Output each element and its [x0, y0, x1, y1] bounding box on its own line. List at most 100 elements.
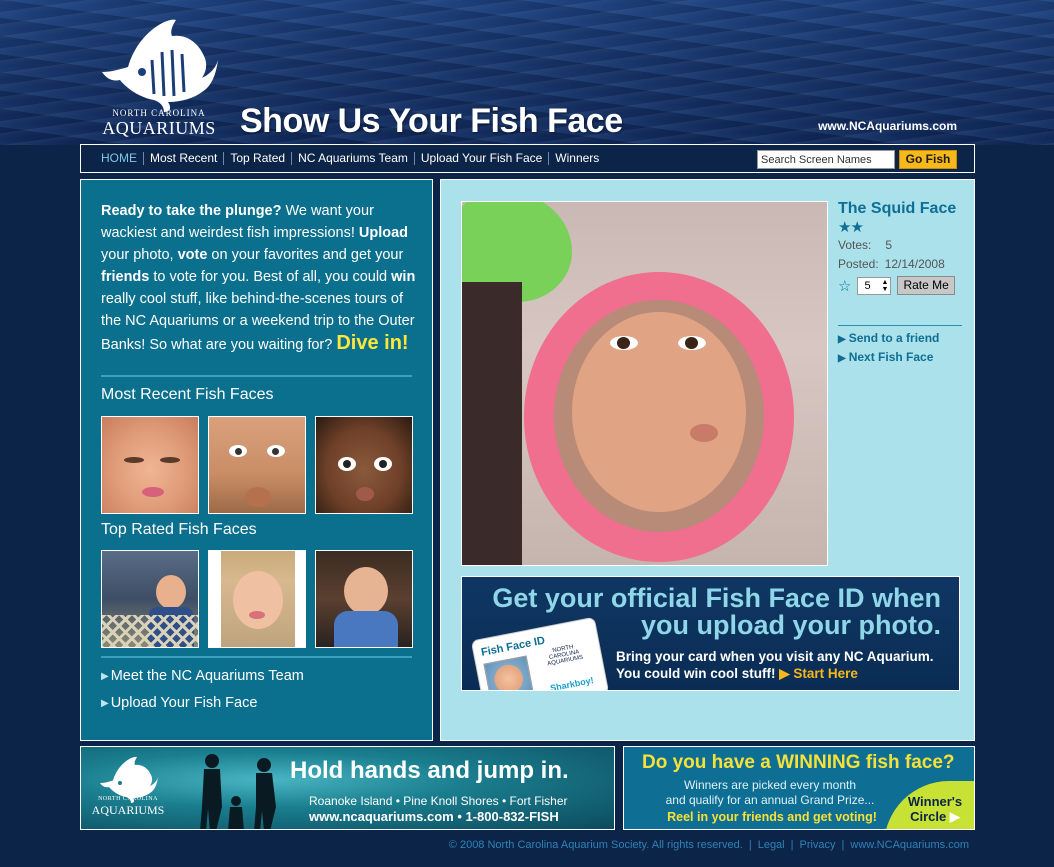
- winners-circle-line1: Winner's: [907, 794, 963, 809]
- winners-circle-banner[interactable]: Do you have a WINNING fish face? Winners…: [623, 746, 975, 830]
- nav-home[interactable]: HOME: [95, 152, 144, 165]
- top-rated-heading: Top Rated Fish Faces: [101, 521, 257, 538]
- star-rating-icon: ★★: [838, 219, 864, 236]
- id-card-photo: [483, 655, 535, 690]
- page-title: Show Us Your Fish Face: [240, 102, 623, 140]
- most-recent-thumbnails: [101, 416, 413, 514]
- nav-most-recent[interactable]: Most Recent: [144, 152, 225, 165]
- id-headline-line1: Get your official Fish Face ID when: [492, 583, 941, 613]
- copyright-text: © 2008 North Carolina Aquarium Society. …: [448, 839, 743, 851]
- site-url-link[interactable]: www.NCAquariums.com: [818, 119, 957, 133]
- upload-face-label: Upload Your Fish Face: [110, 695, 258, 711]
- id-sub-line2: You could win cool stuff!: [616, 666, 776, 681]
- winners-circle-link[interactable]: Winner's Circle ▶: [902, 794, 968, 824]
- top-rated-thumbnails: [101, 550, 413, 648]
- featured-photo: [461, 201, 828, 566]
- nav-items: HOME Most Recent Top Rated NC Aquariums …: [95, 152, 605, 165]
- intro-text-2: your photo,: [101, 247, 178, 263]
- posted-value: 12/14/2008: [884, 257, 945, 271]
- nav-upload[interactable]: Upload Your Fish Face: [415, 152, 550, 165]
- banner-locations: Roanoke Island • Pine Knoll Shores • For…: [309, 794, 568, 808]
- logo-wordmark: AQUARIUMS: [102, 118, 216, 138]
- send-to-friend-link[interactable]: ▶ Send to a friend: [838, 331, 939, 345]
- rating-select-value: 5: [864, 279, 871, 292]
- top-thumb-2[interactable]: [208, 550, 306, 648]
- logo-subtitle: NORTH CAROLINA: [112, 108, 206, 118]
- id-card-label: Fish Face ID: [480, 634, 546, 659]
- top-thumb-3[interactable]: [315, 550, 413, 648]
- upload-face-link[interactable]: ▶ Upload Your Fish Face: [101, 695, 257, 711]
- footer-privacy-link[interactable]: Privacy: [793, 839, 841, 851]
- next-fish-face-link[interactable]: ▶ Next Fish Face: [838, 350, 933, 364]
- intro-bold-vote: vote: [177, 247, 208, 263]
- recent-thumb-2[interactable]: [208, 416, 306, 514]
- votes-value: 5: [885, 238, 893, 252]
- rating-select[interactable]: 5 ▲ ▼: [857, 276, 892, 295]
- section-divider-2: [101, 656, 412, 658]
- send-to-friend-label: Send to a friend: [848, 331, 940, 345]
- triangle-right-icon: ▶: [838, 353, 846, 364]
- triangle-right-icon: ▶: [101, 698, 109, 709]
- page-footer: © 2008 North Carolina Aquarium Society. …: [443, 839, 975, 851]
- intro-text-4: to vote for you. Best of all, you could: [149, 269, 392, 285]
- winners-circle-line2: Circle: [910, 809, 947, 824]
- intro-text: Ready to take the plunge? We want your w…: [101, 200, 421, 356]
- triangle-right-icon: ▶: [101, 671, 109, 682]
- banner-contact: www.ncaquariums.com • 1-800-832-FISH: [309, 809, 559, 824]
- left-panel: Ready to take the plunge? We want your w…: [80, 179, 433, 741]
- banner-logo-main: AQUARIUMS: [91, 803, 165, 817]
- rate-star-icon: ☆: [838, 277, 852, 295]
- angelfish-icon: [102, 19, 218, 112]
- featured-divider: [838, 325, 962, 326]
- next-fish-face-label: Next Fish Face: [848, 350, 934, 364]
- intro-bold-friends: friends: [101, 269, 150, 285]
- start-here-link[interactable]: ▶ Start Here: [779, 666, 858, 681]
- most-recent-heading: Most Recent Fish Faces: [101, 386, 274, 403]
- meet-team-label: Meet the NC Aquariums Team: [110, 668, 304, 684]
- votes-row: Votes: 5: [838, 238, 892, 252]
- top-thumb-1[interactable]: [101, 550, 199, 648]
- meet-team-link[interactable]: ▶ Meet the NC Aquariums Team: [101, 668, 304, 684]
- recent-thumb-1[interactable]: [101, 416, 199, 514]
- id-banner-subtext: Bring your card when you visit any NC Aq…: [616, 648, 934, 682]
- intro-bold-plunge: Ready to take the plunge?: [101, 203, 282, 219]
- posted-label: Posted:: [838, 257, 879, 271]
- start-here-label: Start Here: [793, 666, 858, 681]
- recent-thumb-3[interactable]: [315, 416, 413, 514]
- id-card-name: Sharkboy!: [549, 675, 595, 691]
- main-navigation: HOME Most Recent Top Rated NC Aquariums …: [80, 144, 975, 173]
- winners-sub-line1: Winners are picked every month: [683, 778, 857, 792]
- intro-bold-upload: Upload: [358, 225, 409, 241]
- go-fish-button[interactable]: Go Fish: [899, 150, 957, 169]
- footer-legal-link[interactable]: Legal: [752, 839, 791, 851]
- id-sub-line1: Bring your card when you visit any NC Aq…: [616, 649, 934, 664]
- section-divider: [101, 375, 412, 377]
- rate-me-button[interactable]: Rate Me: [897, 276, 955, 295]
- winners-cta: Reel in your friends and get voting!: [667, 810, 877, 824]
- featured-title: The Squid Face: [838, 200, 957, 217]
- banner-logo-sub: NORTH CAROLINA: [98, 796, 158, 802]
- winners-subtext: Winners are picked every month and quali…: [650, 778, 890, 808]
- aquarium-ad-banner[interactable]: NORTH CAROLINA AQUARIUMS Hold hands and …: [80, 746, 615, 830]
- banner-logo: NORTH CAROLINA AQUARIUMS: [89, 753, 167, 825]
- nav-top-rated[interactable]: Top Rated: [224, 152, 293, 165]
- triangle-right-icon: ▶: [949, 809, 960, 824]
- nc-aquariums-logo[interactable]: NORTH CAROLINA AQUARIUMS: [94, 12, 224, 138]
- footer-site-link[interactable]: www.NCAquariums.com: [844, 839, 975, 851]
- family-silhouette-icon: [200, 754, 276, 829]
- search-input[interactable]: [757, 150, 895, 169]
- nav-winners[interactable]: Winners: [549, 152, 605, 165]
- nav-aquariums-team[interactable]: NC Aquariums Team: [292, 152, 415, 165]
- winners-headline: Do you have a WINNING fish face?: [642, 752, 955, 773]
- rating-controls: ☆ 5 ▲ ▼ Rate Me: [838, 276, 955, 295]
- winners-sub-line2: and qualify for an annual Grand Prize...: [665, 793, 875, 807]
- dive-in-callout: Dive in!: [336, 332, 409, 354]
- votes-label: Votes:: [838, 238, 872, 252]
- posted-row: Posted: 12/14/2008: [838, 257, 945, 271]
- banner-headline: Hold hands and jump in.: [290, 757, 569, 784]
- select-arrows-icon: ▲ ▼: [881, 278, 889, 293]
- fish-face-id-banner[interactable]: Get your official Fish Face ID when you …: [461, 576, 960, 691]
- triangle-right-icon: ▶: [838, 334, 846, 345]
- intro-bold-win: win: [391, 269, 416, 285]
- featured-panel: The Squid Face ★★ Votes: 5 Posted: 12/14/2…: [440, 179, 975, 741]
